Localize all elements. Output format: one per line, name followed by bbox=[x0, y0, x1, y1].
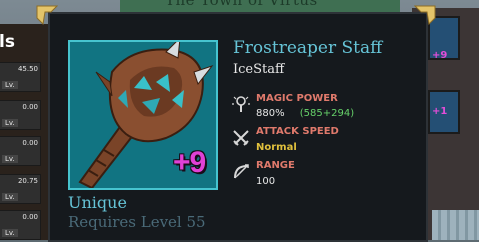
item-rarity: Unique bbox=[68, 193, 127, 212]
slot-enchant-badge: +1 bbox=[432, 106, 448, 117]
left-panel-title: ls bbox=[0, 32, 15, 52]
magic-staff-icon bbox=[232, 95, 250, 113]
stat-value: 0.00 bbox=[22, 139, 38, 147]
item-type: IceStaff bbox=[233, 62, 285, 77]
range-label: RANGE bbox=[256, 160, 295, 171]
magic-power-value: 880% bbox=[256, 108, 285, 119]
stat-value: 0.00 bbox=[22, 103, 38, 111]
slot-enchant-badge: +9 bbox=[432, 50, 448, 61]
stat-card[interactable]: 0.00 Lv. bbox=[0, 210, 41, 240]
enchant-level-badge: +9 bbox=[173, 146, 206, 179]
crossed-swords-icon bbox=[232, 129, 250, 147]
stat-value: 20.75 bbox=[17, 177, 38, 185]
stat-card[interactable]: 0.00 Lv. bbox=[0, 136, 41, 166]
stat-level-label: Lv. bbox=[2, 193, 18, 201]
stone-wall bbox=[432, 210, 479, 240]
item-name: Frostreaper Staff bbox=[233, 38, 383, 58]
stat-level-label: Lv. bbox=[2, 229, 18, 237]
stat-level-label: Lv. bbox=[2, 119, 18, 127]
magic-power-bonus: (585+294) bbox=[299, 108, 355, 119]
level-requirement: Requires Level 55 bbox=[68, 213, 206, 231]
stat-value: 45.50 bbox=[17, 65, 38, 73]
magic-power-value-line: 880% (585+294) bbox=[256, 108, 354, 119]
corner-ornament-icon bbox=[36, 5, 58, 25]
stat-value: 0.00 bbox=[22, 213, 38, 221]
town-banner: The Town of Virtus bbox=[120, 0, 400, 12]
town-banner-text: The Town of Virtus bbox=[165, 0, 318, 9]
inventory-slot[interactable]: +1 bbox=[428, 90, 460, 134]
attack-speed-label: ATTACK SPEED bbox=[256, 126, 339, 137]
attack-speed-value: Normal bbox=[256, 142, 297, 153]
stat-card[interactable]: 20.75 Lv. bbox=[0, 174, 41, 204]
bow-icon bbox=[232, 163, 250, 181]
stat-card[interactable]: 0.00 Lv. bbox=[0, 100, 41, 130]
stat-card[interactable]: 45.50 Lv. bbox=[0, 62, 41, 92]
stat-level-label: Lv. bbox=[2, 81, 18, 89]
range-value: 100 bbox=[256, 176, 276, 187]
stat-level-label: Lv. bbox=[2, 155, 18, 163]
magic-power-label: MAGIC POWER bbox=[256, 93, 338, 104]
corner-ornament-icon bbox=[414, 5, 436, 25]
left-stats-panel: ls 45.50 Lv. 0.00 Lv. 0.00 Lv. 20.75 Lv.… bbox=[0, 24, 48, 240]
